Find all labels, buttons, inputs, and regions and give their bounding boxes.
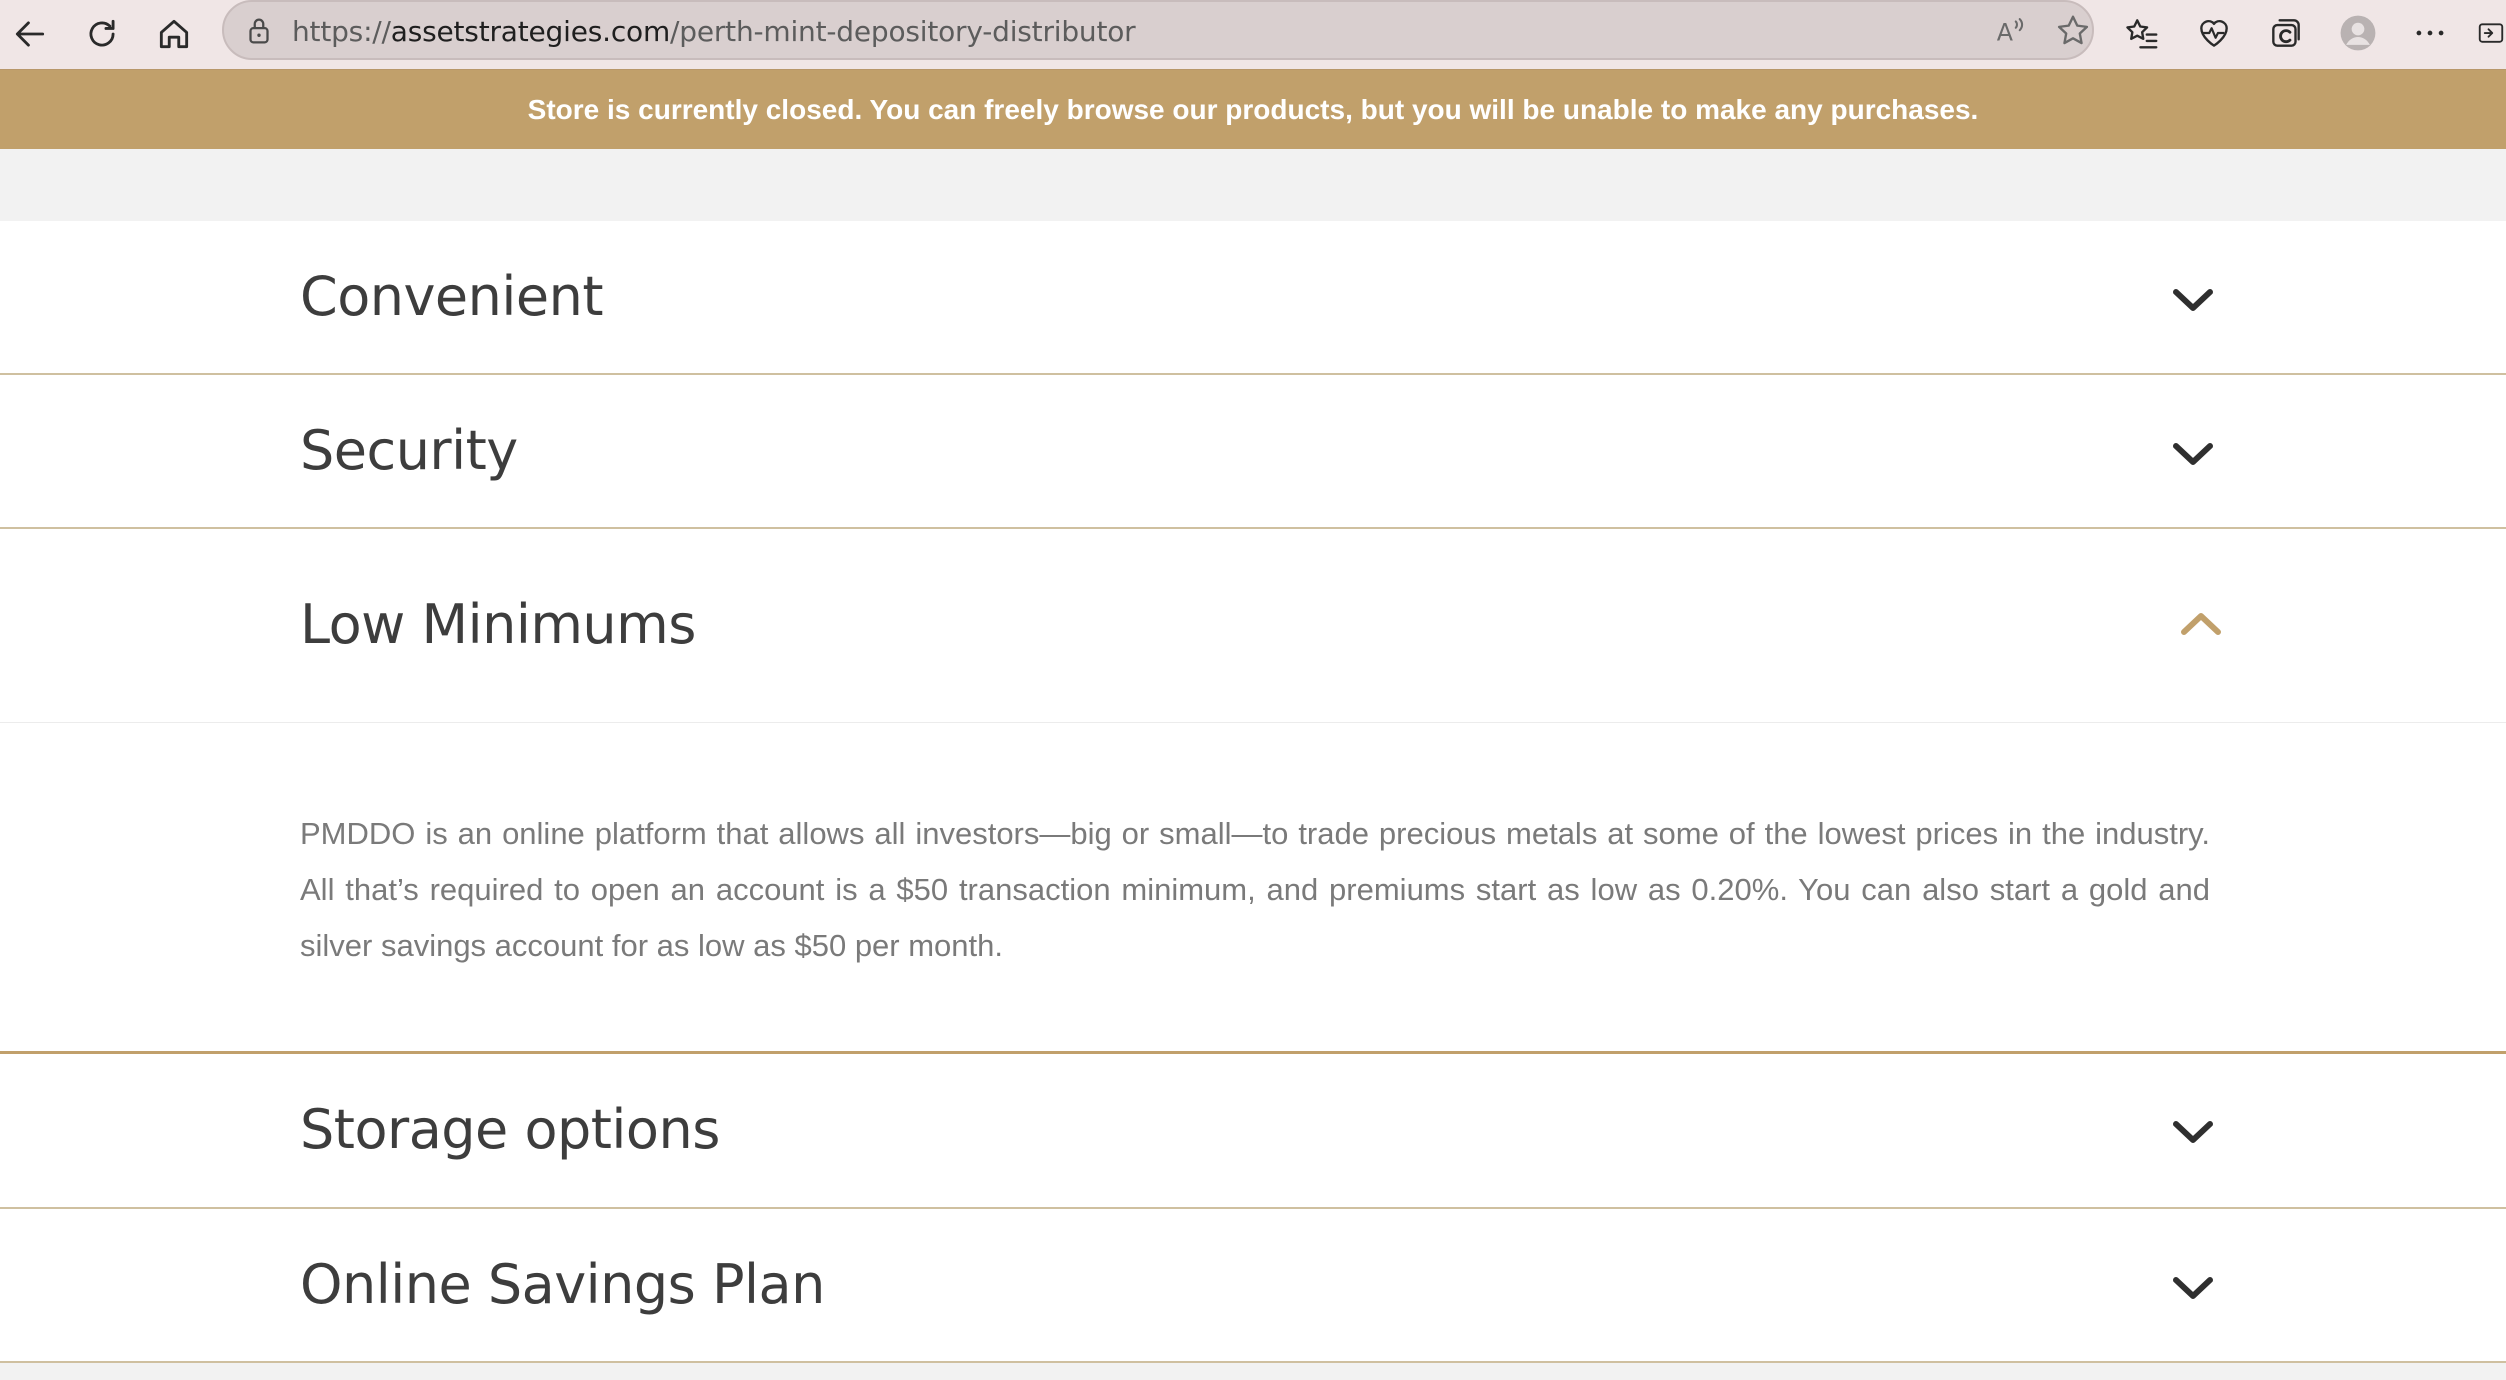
svg-text:A: A bbox=[1997, 19, 2014, 47]
lock-icon[interactable] bbox=[242, 14, 276, 48]
accordion-body-text: PMDDO is an online platform that allows … bbox=[300, 816, 2210, 963]
accordion-item-storage-options[interactable]: Storage options bbox=[0, 1054, 2506, 1207]
browser-essentials-button[interactable] bbox=[2189, 8, 2239, 58]
more-dots-icon bbox=[2416, 30, 2444, 36]
url-prefix: https:// bbox=[292, 15, 391, 48]
favorites-button[interactable] bbox=[2117, 8, 2167, 58]
accordion-item-low-minimums[interactable]: Low Minimums bbox=[0, 529, 2506, 722]
heart-pulse-icon bbox=[2200, 19, 2228, 47]
profile-button[interactable] bbox=[2333, 8, 2383, 58]
accordion-title[interactable]: Security bbox=[300, 419, 518, 482]
chevron-down-icon[interactable] bbox=[2171, 285, 2215, 315]
url-text[interactable]: https://assetstrategies.com/perth-mint-d… bbox=[292, 15, 1136, 48]
chevron-down-icon[interactable] bbox=[2171, 439, 2215, 469]
browser-toolbar: https://assetstrategies.com/perth-mint-d… bbox=[0, 0, 2506, 69]
url-host: assetstrategies.com bbox=[390, 15, 671, 48]
accordion-title[interactable]: Online Savings Plan bbox=[300, 1253, 825, 1316]
refresh-icon bbox=[89, 19, 115, 47]
chevron-down-icon[interactable] bbox=[2171, 1117, 2215, 1147]
chevron-down-icon[interactable] bbox=[2171, 1273, 2215, 1303]
sidebar-button[interactable] bbox=[2470, 8, 2506, 58]
address-bar[interactable]: https://assetstrategies.com/perth-mint-d… bbox=[222, 0, 2094, 60]
page-bottom-spacer bbox=[0, 1363, 2506, 1380]
accordion-item-security[interactable]: Security bbox=[0, 375, 2506, 527]
section-spacer bbox=[0, 149, 2506, 221]
more-options-button[interactable] bbox=[2405, 8, 2455, 58]
store-closed-message: Store is currently closed. You can freel… bbox=[527, 93, 1979, 125]
avatar bbox=[2340, 15, 2376, 51]
read-aloud-icon[interactable]: A bbox=[1992, 12, 2030, 50]
back-button[interactable] bbox=[6, 10, 54, 58]
favorites-list-icon bbox=[2126, 19, 2158, 49]
accordion-item-online-savings-plan[interactable]: Online Savings Plan bbox=[0, 1209, 2506, 1361]
home-button[interactable] bbox=[150, 10, 198, 58]
accordion-title[interactable]: Low Minimums bbox=[300, 593, 696, 656]
refresh-button[interactable] bbox=[78, 10, 126, 58]
accordion-title[interactable]: Convenient bbox=[300, 265, 604, 328]
home-icon bbox=[159, 19, 189, 49]
favorite-star-icon[interactable] bbox=[2054, 12, 2092, 50]
accordion-item-convenient[interactable]: Convenient bbox=[0, 221, 2506, 373]
accordion-title[interactable]: Storage options bbox=[300, 1098, 720, 1161]
accordion-panel-low-minimums: PMDDO is an online platform that allows … bbox=[0, 723, 2506, 1052]
chevron-up-icon[interactable] bbox=[2179, 609, 2223, 639]
collections-button[interactable] bbox=[2261, 8, 2311, 58]
collections-icon bbox=[2272, 19, 2300, 47]
url-path: /perth-mint-depository-distributor bbox=[670, 15, 1136, 48]
back-arrow-icon bbox=[15, 21, 45, 47]
sidebar-toggle-icon bbox=[2478, 23, 2504, 43]
store-closed-banner: Store is currently closed. You can freel… bbox=[0, 69, 2506, 149]
